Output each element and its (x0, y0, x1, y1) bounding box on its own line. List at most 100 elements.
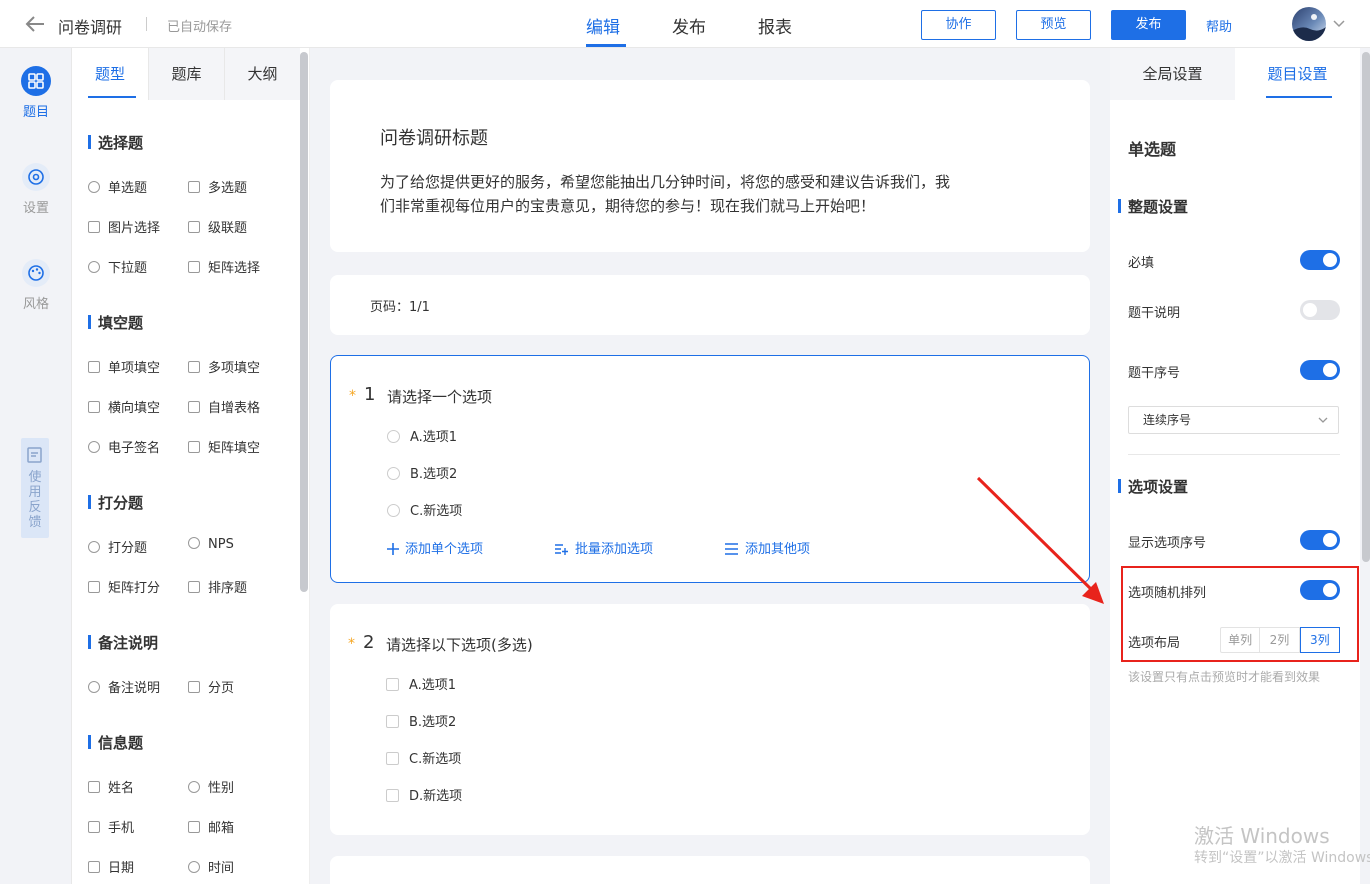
radio-icon (387, 504, 400, 517)
gauge-icon (188, 537, 200, 549)
question-card-2[interactable]: * 2 请选择以下选项(多选) A.选项1 B.选项2 C.新选项 D.新选项 (330, 604, 1090, 835)
type-item[interactable]: 横向填空 (88, 397, 160, 416)
stem-num-toggle[interactable] (1300, 360, 1340, 380)
type-item[interactable]: 邮箱 (188, 817, 234, 836)
checkbox-icon (386, 789, 399, 802)
type-item[interactable]: 单项填空 (88, 357, 160, 376)
required-mark: * (349, 388, 356, 404)
left-rail: 题目 设置 风格 使用反馈 (0, 48, 72, 884)
sort-icon (188, 581, 200, 593)
group-title: 备注说明 (88, 632, 158, 653)
radio-icon (387, 467, 400, 480)
required-toggle[interactable] (1300, 250, 1340, 270)
preview-button[interactable]: 预览 (1016, 10, 1091, 40)
type-item[interactable]: 自增表格 (188, 397, 260, 416)
settings-scrollbar[interactable] (1362, 52, 1370, 562)
tab-global-settings[interactable]: 全局设置 (1110, 48, 1235, 100)
inline-field-icon (88, 401, 100, 413)
collab-button[interactable]: 协作 (921, 10, 996, 40)
feedback-button[interactable]: 使用反馈 (21, 438, 49, 538)
type-item[interactable]: 下拉题 (88, 257, 147, 276)
annotation-highlight-box (1121, 566, 1359, 662)
table-icon (188, 401, 200, 413)
types-scrollbar[interactable] (300, 52, 308, 592)
option-row[interactable]: A.选项1 (386, 674, 456, 693)
add-other-button[interactable]: 添加其他项 (725, 538, 810, 557)
tab-types[interactable]: 题型 (72, 48, 148, 100)
option-row[interactable]: C.新选项 (387, 500, 462, 519)
question-text[interactable]: 请选择以下选项(多选) (386, 634, 533, 655)
rail-item-settings[interactable]: 设置 (0, 162, 72, 216)
type-item[interactable]: 打分题 (88, 537, 147, 556)
type-item[interactable]: 矩阵填空 (188, 437, 260, 456)
matrix-score-icon (88, 581, 100, 593)
type-item[interactable]: 多项填空 (188, 357, 260, 376)
type-item[interactable]: 日期 (88, 857, 134, 876)
matrix-icon (188, 261, 200, 273)
cascade-icon (188, 221, 200, 233)
type-item[interactable]: 姓名 (88, 777, 134, 796)
page-icon (188, 681, 200, 693)
tab-edit[interactable]: 编辑 (586, 13, 620, 38)
group-title: 信息题 (88, 732, 143, 753)
type-item[interactable]: 多选题 (188, 177, 247, 196)
clock-icon (188, 861, 200, 873)
rail-label: 风格 (22, 297, 49, 312)
help-link[interactable]: 帮助 (1206, 16, 1232, 35)
type-item[interactable]: 备注说明 (88, 677, 160, 696)
info-icon (88, 681, 100, 693)
type-item[interactable]: 单选题 (88, 177, 147, 196)
type-item[interactable]: 图片选择 (88, 217, 160, 236)
plus-icon (387, 543, 399, 555)
option-row[interactable]: D.新选项 (386, 785, 462, 804)
type-item[interactable]: 矩阵选择 (188, 257, 260, 276)
person-icon (88, 781, 100, 793)
option-row[interactable]: B.选项2 (387, 463, 457, 482)
numbering-select[interactable]: 连续序号 (1128, 406, 1339, 434)
publish-button[interactable]: 发布 (1111, 10, 1186, 40)
chevron-down-icon[interactable] (1333, 18, 1345, 28)
group-title: 打分题 (88, 492, 143, 513)
checkbox-icon (386, 752, 399, 765)
settings-tab-indicator (1266, 96, 1332, 98)
type-item[interactable]: 排序题 (188, 577, 247, 596)
survey-title[interactable]: 问卷调研标题 (380, 124, 488, 150)
tab-outline[interactable]: 大纲 (224, 48, 300, 100)
stem-desc-toggle[interactable] (1300, 300, 1340, 320)
option-row[interactable]: B.选项2 (386, 711, 456, 730)
option-row[interactable]: C.新选项 (386, 748, 461, 767)
option-row[interactable]: A.选项1 (387, 426, 457, 445)
rail-item-style[interactable]: 风格 (0, 258, 72, 312)
avatar[interactable] (1292, 7, 1326, 41)
types-tab-indicator (88, 96, 136, 98)
survey-description[interactable]: 为了给您提供更好的服务，希望您能抽出几分钟时间，将您的感受和建议告诉我们，我们非… (380, 170, 960, 218)
add-option-button[interactable]: 添加单个选项 (387, 538, 483, 557)
type-item[interactable]: 级联题 (188, 217, 247, 236)
palette-icon (22, 259, 50, 287)
question-text[interactable]: 请选择一个选项 (387, 386, 492, 407)
question-card-3[interactable] (330, 856, 1090, 884)
rail-label: 题目 (22, 105, 49, 120)
tab-report[interactable]: 报表 (758, 13, 792, 38)
show-option-num-toggle[interactable] (1300, 530, 1340, 550)
type-item[interactable]: 手机 (88, 817, 134, 836)
type-item[interactable]: 时间 (188, 857, 234, 876)
gender-icon (188, 781, 200, 793)
batch-add-button[interactable]: 批量添加选项 (555, 538, 653, 557)
group-title: 选择题 (88, 132, 143, 153)
tab-publish[interactable]: 发布 (672, 13, 706, 38)
tab-question-settings[interactable]: 题目设置 (1235, 48, 1360, 100)
feedback-label: 使用反馈 (28, 470, 42, 530)
type-item[interactable]: NPS (188, 537, 234, 552)
survey-header-card[interactable]: 问卷调研标题 为了给您提供更好的服务，希望您能抽出几分钟时间，将您的感受和建议告… (330, 80, 1090, 252)
type-item[interactable]: 性别 (188, 777, 234, 796)
tab-bank[interactable]: 题库 (148, 48, 224, 100)
rail-item-questions[interactable]: 题目 (0, 66, 72, 120)
type-item[interactable]: 矩阵打分 (88, 577, 160, 596)
checkbox-icon (386, 678, 399, 691)
back-arrow-icon[interactable] (24, 14, 46, 34)
types-tabs: 题型 题库 大纲 (72, 48, 300, 100)
type-item[interactable]: 分页 (188, 677, 234, 696)
question-number: 2 (363, 632, 375, 653)
type-item[interactable]: 电子签名 (88, 437, 160, 456)
